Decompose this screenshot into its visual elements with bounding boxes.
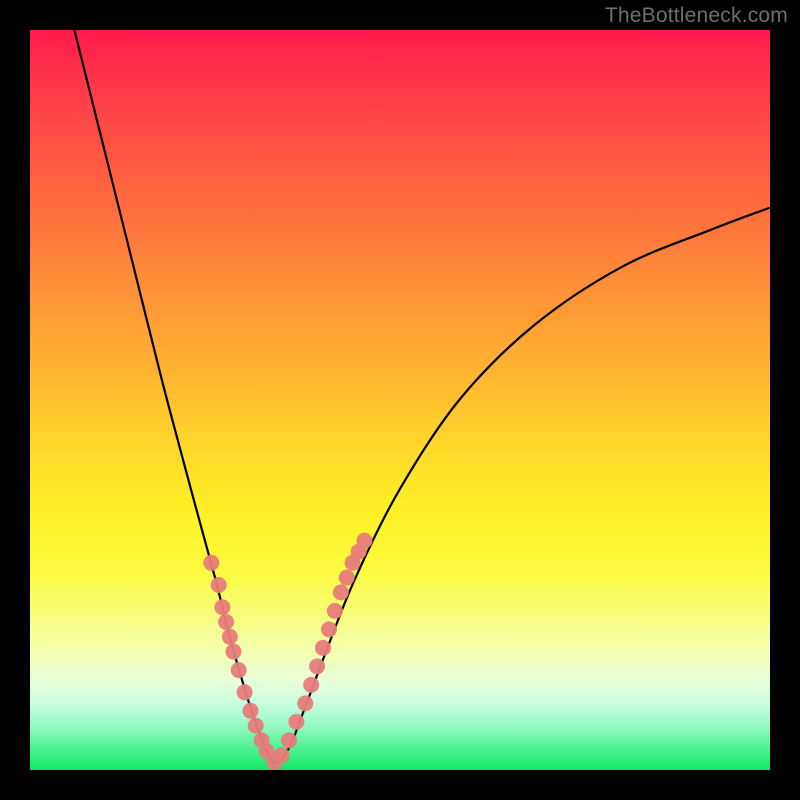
bottleneck-curve bbox=[74, 30, 770, 763]
marker-dot bbox=[288, 714, 304, 730]
chart-frame: TheBottleneck.com bbox=[0, 0, 800, 800]
marker-dot bbox=[214, 599, 230, 615]
marker-dot bbox=[303, 677, 319, 693]
marker-dot bbox=[339, 570, 355, 586]
marker-dot bbox=[222, 629, 238, 645]
marker-dots bbox=[203, 533, 372, 770]
curve-layer bbox=[30, 30, 770, 770]
marker-dot bbox=[315, 640, 331, 656]
marker-dot bbox=[226, 644, 242, 660]
marker-dot bbox=[203, 555, 219, 571]
marker-dot bbox=[248, 718, 264, 734]
marker-dot bbox=[309, 658, 325, 674]
marker-dot bbox=[274, 747, 290, 763]
plot-area bbox=[30, 30, 770, 770]
marker-dot bbox=[211, 577, 227, 593]
marker-dot bbox=[333, 584, 349, 600]
marker-dot bbox=[327, 603, 343, 619]
marker-dot bbox=[243, 703, 259, 719]
marker-dot bbox=[357, 533, 373, 549]
marker-dot bbox=[237, 684, 253, 700]
marker-dot bbox=[321, 621, 337, 637]
marker-dot bbox=[281, 732, 297, 748]
bottleneck-curve-path bbox=[74, 30, 770, 763]
marker-dot bbox=[218, 614, 234, 630]
watermark-text: TheBottleneck.com bbox=[605, 4, 788, 28]
marker-dot bbox=[297, 695, 313, 711]
marker-dot bbox=[231, 662, 247, 678]
